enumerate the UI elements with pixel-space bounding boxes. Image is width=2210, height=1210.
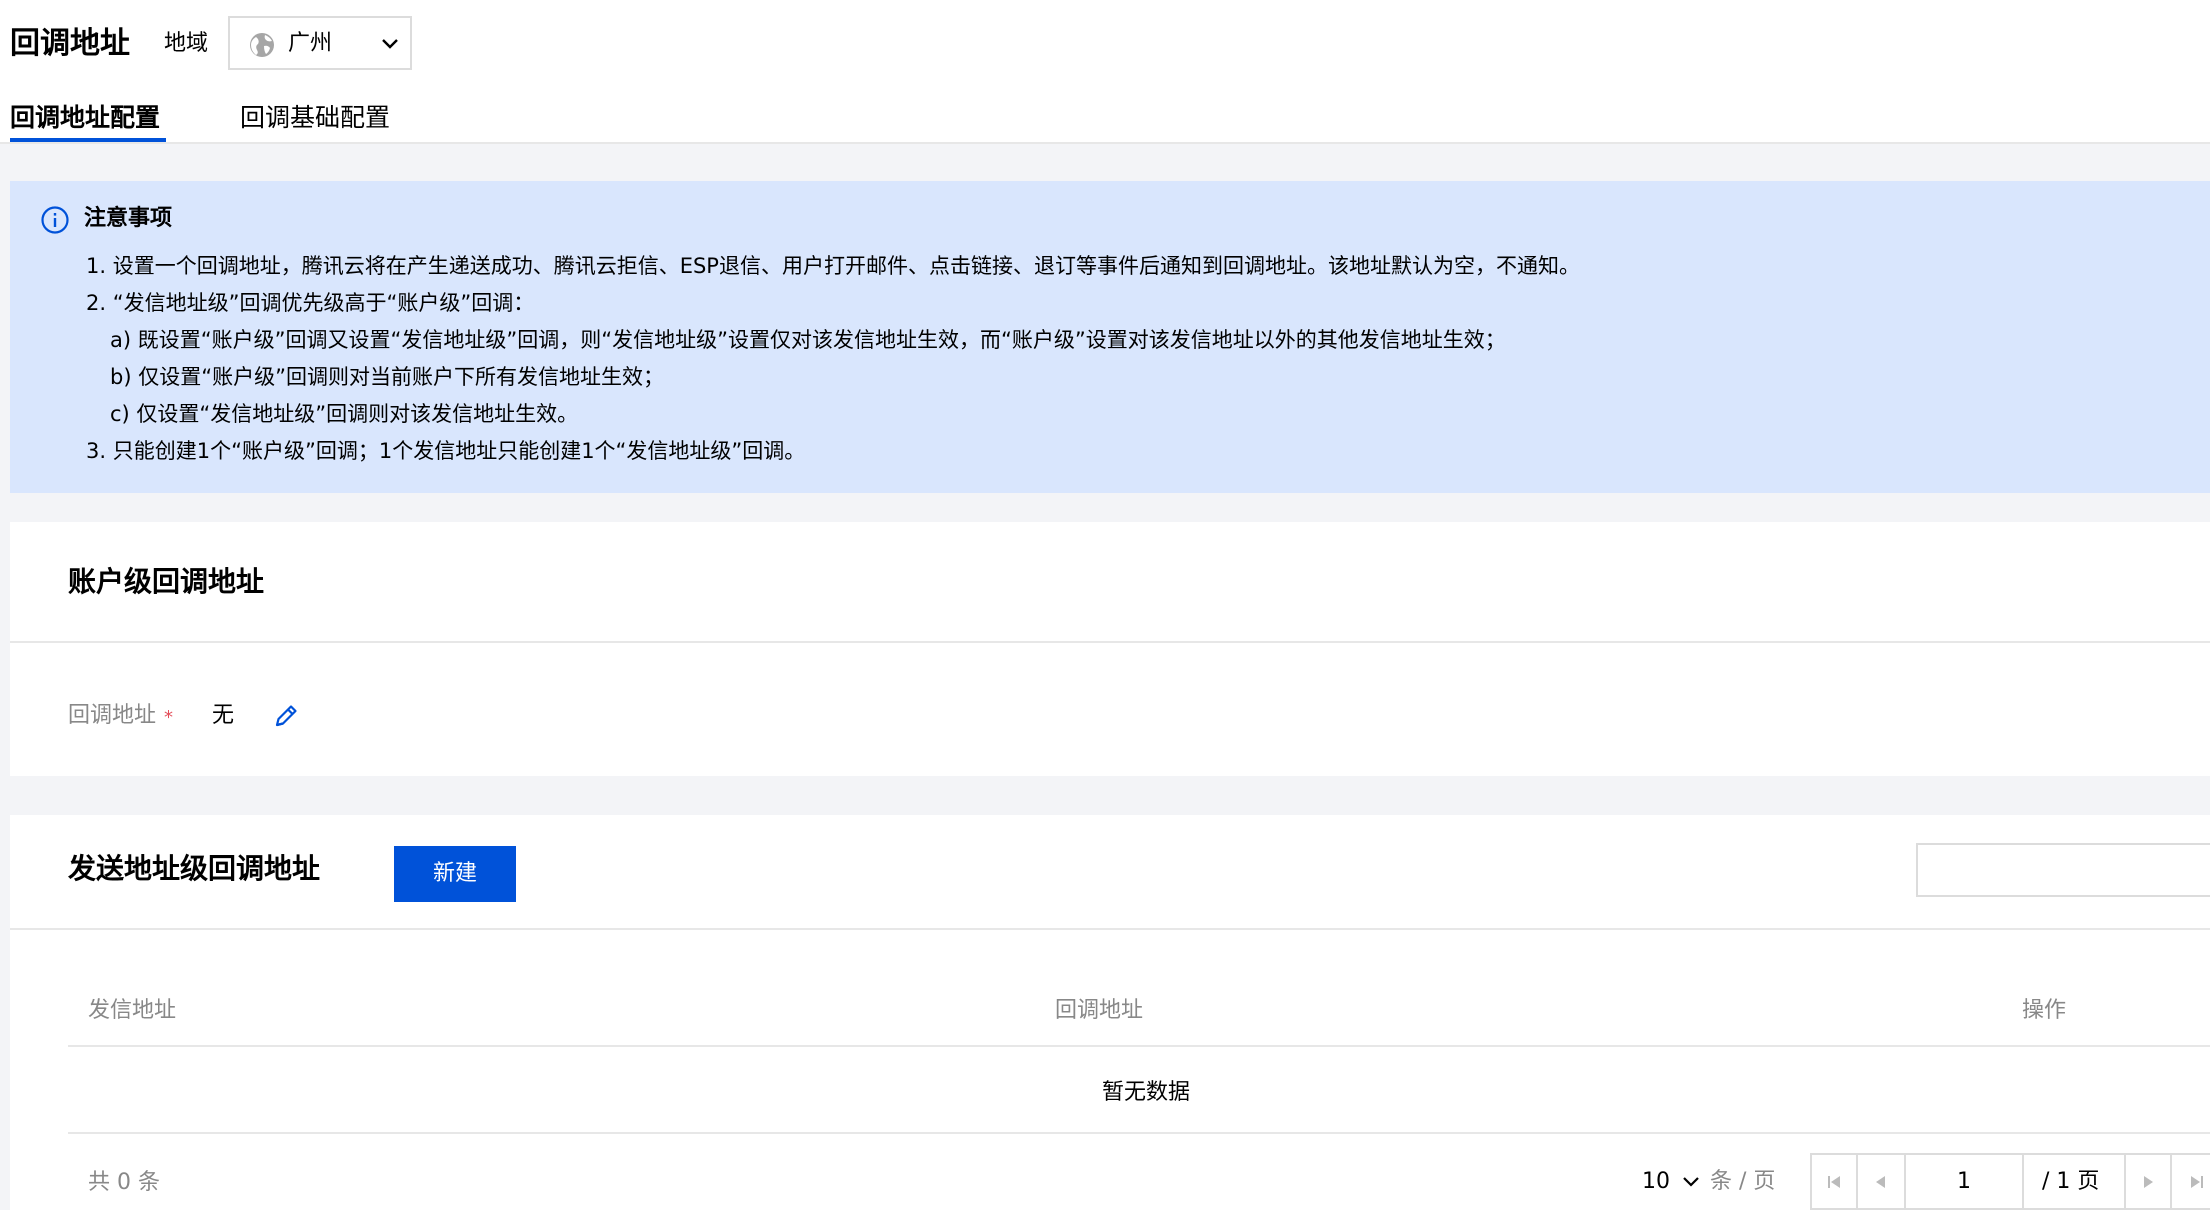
empty-state-text: 暂无数据 (1102, 1080, 1191, 1105)
column-header-sender-address: 发信地址 (88, 998, 177, 1023)
account-callback-card: 账户级回调地址 回调地址 * 无 (10, 522, 2210, 776)
search-input[interactable] (1916, 843, 2210, 897)
callback-address-label: 回调地址 (68, 703, 157, 728)
first-page-icon (1828, 1175, 1840, 1188)
chevron-down-icon (382, 39, 398, 49)
table-header-divider (68, 1045, 2210, 1047)
section-divider (10, 928, 2210, 930)
pagination: / 1 页 (1810, 1153, 2210, 1210)
total-count: 共 0 条 (88, 1170, 160, 1195)
top-bar: 回调地址 地域 广州 回调地址配置 回调基础配置 (0, 0, 2210, 144)
page-size-select[interactable]: 10 (1642, 1165, 1700, 1199)
last-page-icon (2191, 1175, 2203, 1188)
page-number-input[interactable] (1906, 1155, 2024, 1208)
next-page-icon (2144, 1175, 2153, 1188)
new-button[interactable]: 新建 (394, 846, 516, 902)
last-page-button[interactable] (2172, 1155, 2210, 1208)
globe-icon (250, 33, 274, 57)
sender-callback-card: 发送地址级回调地址 新建 发信地址 回调地址 操作 暂无数据 共 0 条 10 … (10, 815, 2210, 1210)
column-header-actions: 操作 (2022, 998, 2067, 1023)
region-value: 广州 (288, 31, 333, 56)
page-title: 回调地址 (10, 26, 130, 61)
notice-panel: 注意事项 1. 设置一个回调地址，腾讯云将在产生递送成功、腾讯云拒信、ESP退信… (10, 181, 2210, 493)
edit-icon[interactable] (270, 700, 302, 732)
notice-line: 3. 只能创建1个“账户级”回调；1个发信地址只能创建1个“发信地址级”回调。 (86, 439, 806, 463)
per-page-label: 条 / 页 (1710, 1169, 1776, 1194)
table-bottom-divider (68, 1132, 2210, 1134)
notice-line: a) 既设置“账户级”回调又设置“发信地址级”回调，则“发信地址级”设置仅对该发… (110, 328, 1506, 352)
notice-title: 注意事项 (84, 206, 173, 231)
tab-callback-address-config[interactable]: 回调地址配置 (10, 100, 160, 136)
required-mark: * (164, 707, 173, 728)
prev-page-icon (1876, 1175, 1885, 1188)
tab-divider (0, 142, 2210, 144)
total-pages: / 1 页 (2042, 1169, 2100, 1194)
account-section-title: 账户级回调地址 (68, 565, 265, 598)
notice-line: 1. 设置一个回调地址，腾讯云将在产生递送成功、腾讯云拒信、ESP退信、用户打开… (86, 254, 1580, 278)
notice-line: 2. “发信地址级”回调优先级高于“账户级”回调： (86, 291, 535, 315)
tab-callback-basic-config[interactable]: 回调基础配置 (240, 100, 390, 136)
callback-address-value: 无 (212, 703, 235, 728)
first-page-button[interactable] (1812, 1155, 1858, 1208)
chevron-down-icon (1683, 1177, 1699, 1187)
prev-page-button[interactable] (1858, 1155, 1906, 1208)
notice-line: c) 仅设置“发信地址级”回调则对该发信地址生效。 (110, 402, 579, 426)
region-select[interactable]: 广州 (228, 16, 412, 70)
page-size-value: 10 (1642, 1169, 1670, 1194)
sender-section-title: 发送地址级回调地址 (68, 852, 321, 885)
next-page-button[interactable] (2124, 1155, 2172, 1208)
info-icon (41, 206, 69, 234)
notice-line: b) 仅设置“账户级”回调则对当前账户下所有发信地址生效； (110, 365, 664, 389)
column-header-callback-address: 回调地址 (1055, 998, 1144, 1023)
section-divider (10, 641, 2210, 643)
region-label: 地域 (164, 31, 209, 56)
